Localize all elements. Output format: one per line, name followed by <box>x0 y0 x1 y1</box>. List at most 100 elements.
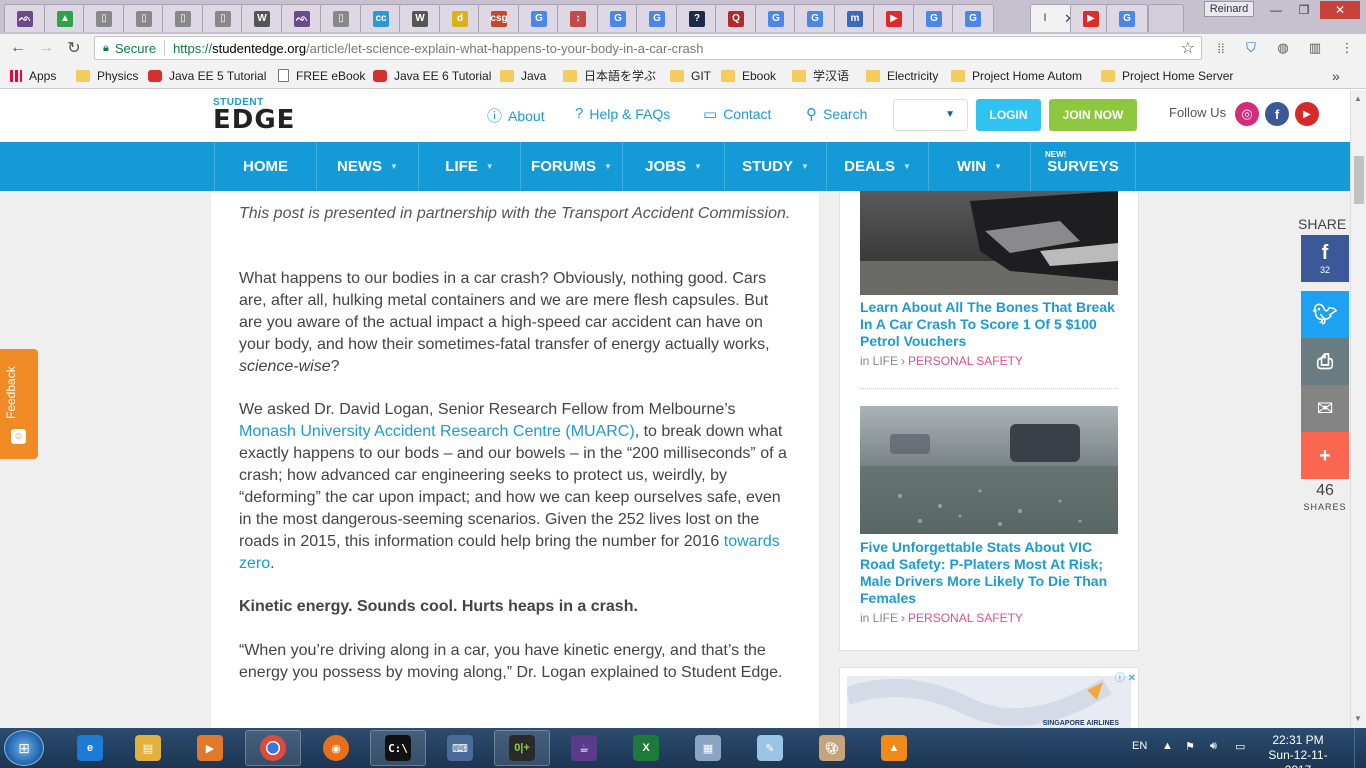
taskbar-calculator[interactable]: ▦ <box>680 730 736 766</box>
browser-tab[interactable]: G <box>755 4 797 32</box>
browser-tab[interactable]: cc <box>360 4 402 32</box>
browser-tab[interactable]: ? <box>676 4 718 32</box>
nav-jobs[interactable]: JOBS ▼ <box>622 142 724 191</box>
extension-grid-icon[interactable]: ⁞⁞ <box>1212 39 1230 57</box>
input-language[interactable]: EN <box>1132 740 1147 752</box>
taskbar-vlc[interactable]: ▲ <box>866 730 922 766</box>
related-article-title[interactable]: Five Unforgettable Stats About VIC Road … <box>860 539 1118 607</box>
meta-section[interactable]: in LIFE <box>860 354 898 368</box>
taskbar-chrome[interactable] <box>245 730 301 766</box>
bookmark-item[interactable]: Electricity <box>866 67 938 84</box>
close-window-button[interactable]: ✕ <box>1320 1 1360 19</box>
maximize-button[interactable]: ❐ <box>1290 1 1318 19</box>
meta-section[interactable]: in LIFE <box>860 611 898 625</box>
nav-home[interactable]: HOME <box>214 142 316 191</box>
tab-google[interactable]: G <box>1106 4 1148 32</box>
taskbar-keyboard[interactable]: ⌨ <box>432 730 488 766</box>
advertisement[interactable]: SINGAPORE AIRLINES ⓘ ✕ <box>839 667 1139 728</box>
facebook-icon[interactable]: f <box>1265 102 1289 126</box>
browser-tab[interactable]: csg <box>478 4 520 32</box>
language-select[interactable]: ▼ <box>893 99 968 131</box>
bookmark-item[interactable]: Ebook <box>721 67 776 84</box>
muarc-link[interactable]: Monash University Accident Research Cent… <box>239 423 635 440</box>
bookmark-item[interactable]: FREE eBook <box>278 67 365 84</box>
browser-tab[interactable]: G <box>518 4 560 32</box>
browser-tab[interactable]: ▶ <box>873 4 915 32</box>
bookmark-item[interactable]: Project Home Autom <box>951 67 1082 84</box>
profile-button[interactable]: Reinard <box>1204 1 1254 17</box>
browser-tab[interactable]: m <box>834 4 876 32</box>
nav-forums[interactable]: FORUMS ▼ <box>520 142 622 191</box>
bookmark-item[interactable]: Java EE 6 Tutorial <box>373 67 491 84</box>
browser-tab[interactable]: ▯ <box>320 4 362 32</box>
bookmark-item[interactable]: Java EE 5 Tutorial <box>148 67 266 84</box>
ad-creative[interactable]: SINGAPORE AIRLINES <box>847 676 1131 728</box>
join-now-button[interactable]: JOIN NOW <box>1049 99 1137 131</box>
nav-surveys[interactable]: NEW! SURVEYS <box>1030 142 1136 191</box>
share-more-button[interactable]: + <box>1301 432 1349 479</box>
browser-tab[interactable]: ᨒ <box>4 4 46 32</box>
bookmark-star-icon[interactable]: ☆ <box>1181 38 1195 58</box>
taskbar-notes[interactable]: ✎ <box>742 730 798 766</box>
extension-shield-icon[interactable]: ⛉ <box>1242 39 1260 57</box>
browser-tab[interactable]: G <box>794 4 836 32</box>
network-icon[interactable]: ▭ <box>1235 740 1245 753</box>
ad-close-icon[interactable]: ⓘ ✕ <box>1115 669 1136 684</box>
extension-book-icon[interactable]: ▥ <box>1306 39 1324 57</box>
site-logo[interactable]: STUDENT EDGE <box>213 97 294 133</box>
browser-tab[interactable]: ᨒ <box>281 4 323 32</box>
taskbar-internet-explorer[interactable]: e <box>62 730 118 766</box>
forward-button[interactable]: → <box>36 38 56 58</box>
action-center-icon[interactable]: ⚑ <box>1185 740 1195 753</box>
address-bar[interactable]: 🔒︎ Secure https://studentedge.org/articl… <box>94 36 1202 60</box>
nav-deals[interactable]: DEALS ▼ <box>826 142 928 191</box>
back-button[interactable]: ← <box>8 38 28 58</box>
system-clock[interactable]: 22:31 PM Sun-12-11-2017 <box>1258 733 1338 768</box>
meta-category[interactable]: PERSONAL SAFETY <box>908 611 1023 625</box>
nav-study[interactable]: STUDY ▼ <box>724 142 826 191</box>
feedback-tab[interactable]: Feedback ☺ <box>0 349 38 459</box>
browser-tab[interactable]: ▯ <box>202 4 244 32</box>
header-link-search[interactable]: ⚲ Search <box>806 105 867 123</box>
browser-tab[interactable]: G <box>913 4 955 32</box>
browser-tab[interactable]: ↕ <box>557 4 599 32</box>
start-button[interactable]: ⊞ <box>4 730 44 766</box>
reload-button[interactable]: ↻ <box>64 38 84 58</box>
related-article-title[interactable]: Learn About All The Bones That Break In … <box>860 299 1118 350</box>
share-facebook-button[interactable]: f 32 <box>1301 235 1349 282</box>
youtube-icon[interactable]: ▶ <box>1295 102 1319 126</box>
share-twitter-button[interactable]: 🐦︎ <box>1301 291 1349 338</box>
taskbar-java-ee-ide[interactable]: ☕︎ <box>556 730 612 766</box>
login-button[interactable]: LOGIN <box>976 99 1041 131</box>
browser-tab[interactable]: ▯ <box>123 4 165 32</box>
extension-globe-icon[interactable]: ◍ <box>1274 39 1292 57</box>
bookmark-item[interactable]: Java <box>500 67 546 84</box>
taskbar-firefox[interactable]: ◉ <box>308 730 364 766</box>
browser-tab[interactable]: W <box>241 4 283 32</box>
browser-tab[interactable]: d <box>439 4 481 32</box>
meta-category[interactable]: PERSONAL SAFETY <box>908 354 1023 368</box>
broken-glass-road-image[interactable] <box>860 406 1118 534</box>
page-scrollbar[interactable]: ▲ ▼ <box>1350 90 1366 728</box>
browser-tab[interactable]: ▯ <box>162 4 204 32</box>
volume-icon[interactable]: 🔊︎ <box>1210 740 1217 753</box>
taskbar-qtcreator[interactable]: 0|+ <box>494 730 550 766</box>
bookmarks-overflow-button[interactable]: » <box>1332 67 1340 84</box>
share-email-button[interactable]: ✉ <box>1301 385 1349 432</box>
browser-tab[interactable]: G <box>597 4 639 32</box>
taskbar-excel[interactable]: X <box>618 730 674 766</box>
menu-icon[interactable]: ⋮ <box>1338 39 1356 57</box>
taskbar-paint[interactable]: 🎨︎ <box>804 730 860 766</box>
taskbar-file-explorer[interactable]: ▤ <box>120 730 176 766</box>
browser-tab[interactable]: G <box>636 4 678 32</box>
browser-tab[interactable]: ▲ <box>44 4 86 32</box>
nav-life[interactable]: LIFE ▼ <box>418 142 520 191</box>
scrollbar-thumb[interactable] <box>1354 156 1364 204</box>
header-link-help[interactable]: ? Help & FAQs <box>575 105 670 122</box>
bookmark-item[interactable]: GIT <box>670 67 711 84</box>
taskbar-media-player[interactable]: ▶ <box>182 730 238 766</box>
browser-tab[interactable]: W <box>399 4 441 32</box>
show-hidden-icons-icon[interactable]: ▲ <box>1162 740 1173 752</box>
scroll-down-icon[interactable]: ▼ <box>1354 714 1362 723</box>
minimize-button[interactable]: — <box>1262 1 1290 19</box>
